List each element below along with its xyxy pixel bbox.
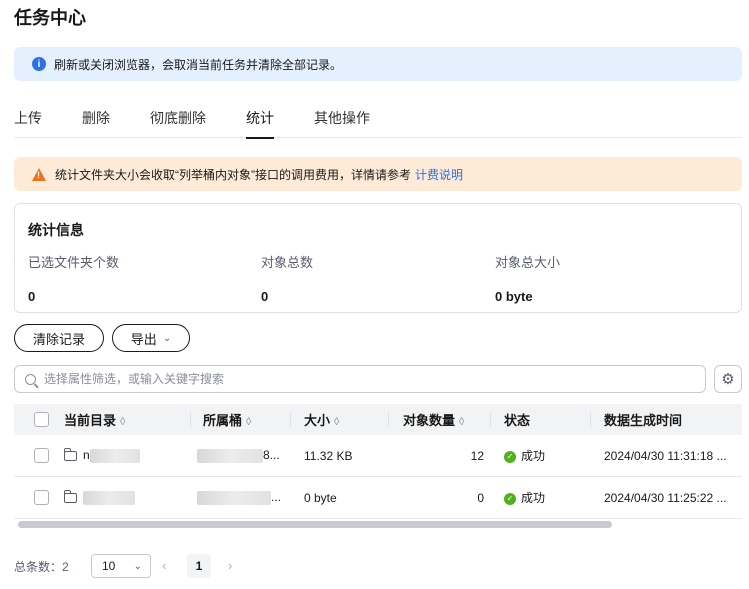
column-header-bucket[interactable]: 所属桶 ◊ bbox=[203, 410, 251, 429]
info-notice: i 刷新或关闭浏览器，会取消当前任务并清除全部记录。 bbox=[14, 47, 742, 81]
prev-page-icon[interactable]: ‹ bbox=[162, 558, 166, 573]
stat-object-count: 对象总数 0 bbox=[261, 252, 313, 304]
export-button[interactable]: 导出 ⌄ bbox=[112, 324, 190, 352]
horizontal-scrollbar[interactable] bbox=[18, 521, 612, 528]
sort-icon[interactable]: ◊ bbox=[246, 416, 251, 428]
info-notice-text: 刷新或关闭浏览器，会取消当前任务并清除全部记录。 bbox=[54, 57, 343, 72]
stat-label: 对象总数 bbox=[261, 255, 314, 270]
tab-other-operations[interactable]: 其他操作 bbox=[314, 108, 370, 138]
search-icon bbox=[25, 373, 36, 385]
table-settings-button[interactable]: ⚙ bbox=[714, 365, 742, 393]
tab-permanent-delete[interactable]: 彻底删除 bbox=[150, 108, 206, 138]
page-title: 任务中心 bbox=[14, 8, 86, 28]
chevron-down-icon: ⌄ bbox=[162, 332, 172, 344]
column-header-current-dir[interactable]: 当前目录 ◊ bbox=[64, 410, 125, 429]
bucket-cell: 8... bbox=[197, 448, 280, 463]
gear-icon: ⚙ bbox=[721, 371, 735, 388]
statistics-table: 当前目录 ◊ 所属桶 ◊ 大小 ◊ 对象数量 ◊ 状态 数据生成时间 n 8... 11… bbox=[14, 404, 742, 519]
info-icon: i bbox=[32, 57, 46, 71]
bucket-cell: ... bbox=[197, 490, 281, 505]
sort-icon[interactable]: ◊ bbox=[334, 416, 339, 428]
tab-upload[interactable]: 上传 bbox=[14, 108, 42, 138]
total-count: 总条数：2 bbox=[14, 559, 69, 574]
stat-total-size: 对象总大小 0 byte bbox=[495, 252, 560, 304]
object-count-cell: 0 bbox=[477, 490, 484, 505]
success-icon: ✓ bbox=[504, 450, 516, 463]
generated-time-cell: 2024/04/30 11:25:22 ... bbox=[604, 490, 727, 505]
folder-icon bbox=[64, 448, 77, 461]
page-number-current[interactable]: 1 bbox=[187, 554, 211, 578]
sort-icon[interactable]: ◊ bbox=[459, 416, 464, 428]
column-header-generated-time: 数据生成时间 bbox=[604, 413, 683, 428]
warning-notice-text: 统计文件夹大小会收取“列举桶内对象”接口的调用费用，详情请参考 bbox=[55, 167, 411, 182]
current-dir-cell[interactable] bbox=[64, 490, 135, 505]
statistics-card-title: 统计信息 bbox=[28, 222, 84, 238]
size-cell: 0 byte bbox=[304, 490, 337, 505]
table-row: n 8... 11.32 KB 12 ✓ 成功 2024/04/30 11:31:… bbox=[14, 435, 742, 477]
folder-icon bbox=[64, 490, 77, 503]
chevron-down-icon: ⌄ bbox=[133, 560, 142, 572]
clear-records-label: 清除记录 bbox=[32, 331, 85, 347]
column-header-status: 状态 bbox=[504, 413, 531, 428]
stat-value: 0 bbox=[261, 289, 269, 304]
statistics-card: 统计信息 已选文件夹个数 0 对象总数 0 对象总大小 0 byte bbox=[14, 203, 742, 313]
status-cell: ✓ 成功 bbox=[504, 447, 545, 464]
tab-delete[interactable]: 删除 bbox=[82, 108, 110, 138]
row-checkbox[interactable] bbox=[34, 448, 49, 463]
object-count-cell: 12 bbox=[470, 448, 484, 463]
generated-time-cell: 2024/04/30 11:31:18 ... bbox=[604, 448, 727, 463]
search-box[interactable] bbox=[14, 365, 706, 393]
billing-info-link[interactable]: 计费说明 bbox=[415, 166, 463, 183]
warning-notice: ! 统计文件夹大小会收取“列举桶内对象”接口的调用费用，详情请参考 计费说明 bbox=[14, 157, 742, 191]
stat-value: 0 byte bbox=[495, 289, 533, 304]
current-dir-cell[interactable]: n bbox=[64, 448, 140, 463]
stat-value: 0 bbox=[28, 289, 36, 304]
success-icon: ✓ bbox=[504, 492, 516, 505]
search-input[interactable] bbox=[44, 372, 684, 386]
row-checkbox[interactable] bbox=[34, 490, 49, 505]
page-size-select[interactable]: 10 ⌄ bbox=[91, 554, 151, 578]
select-all-checkbox[interactable] bbox=[34, 412, 49, 427]
stat-selected-folders: 已选文件夹个数 0 bbox=[28, 252, 119, 304]
stat-label: 对象总大小 bbox=[495, 255, 561, 270]
status-cell: ✓ 成功 bbox=[504, 489, 545, 506]
page-size-value: 10 bbox=[102, 559, 116, 573]
stat-label: 已选文件夹个数 bbox=[28, 255, 120, 270]
sort-icon[interactable]: ◊ bbox=[120, 416, 125, 428]
export-label: 导出 bbox=[130, 331, 157, 347]
table-row: ... 0 byte 0 ✓ 成功 2024/04/30 11:25:22 ... bbox=[14, 477, 742, 519]
tab-statistics[interactable]: 统计 bbox=[246, 108, 274, 139]
column-header-object-count[interactable]: 对象数量 ◊ bbox=[403, 410, 464, 429]
clear-records-button[interactable]: 清除记录 bbox=[14, 324, 104, 352]
next-page-icon[interactable]: › bbox=[228, 558, 232, 573]
tab-bar: 上传 删除 彻底删除 统计 其他操作 bbox=[14, 100, 742, 139]
column-header-size[interactable]: 大小 ◊ bbox=[304, 410, 339, 429]
warning-icon: ! bbox=[32, 167, 46, 181]
table-header: 当前目录 ◊ 所属桶 ◊ 大小 ◊ 对象数量 ◊ 状态 数据生成时间 bbox=[14, 404, 742, 435]
size-cell: 11.32 KB bbox=[304, 448, 353, 463]
